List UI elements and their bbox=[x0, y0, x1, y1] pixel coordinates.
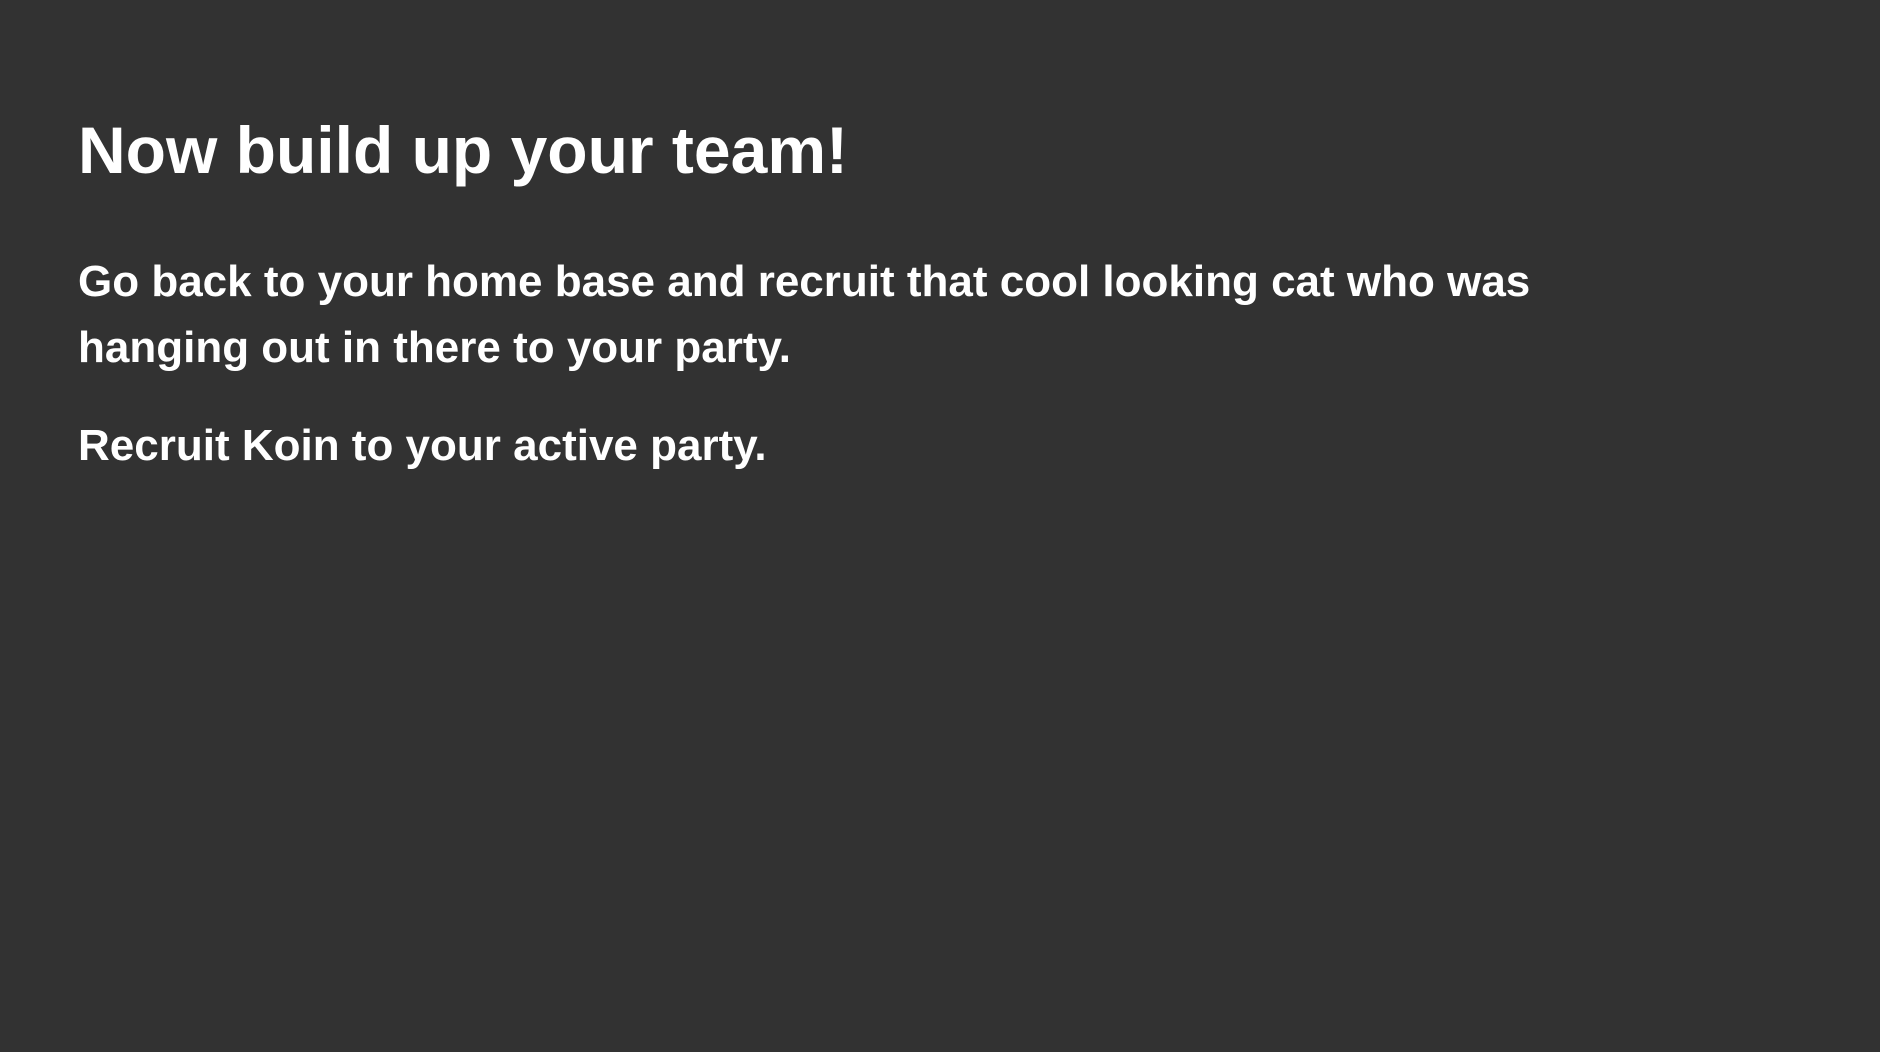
quest-description: Go back to your home base and recruit th… bbox=[78, 257, 1531, 372]
quest-objective: Recruit Koin to your active party. bbox=[78, 421, 767, 470]
quest-title: Now build up your team! bbox=[78, 113, 848, 187]
